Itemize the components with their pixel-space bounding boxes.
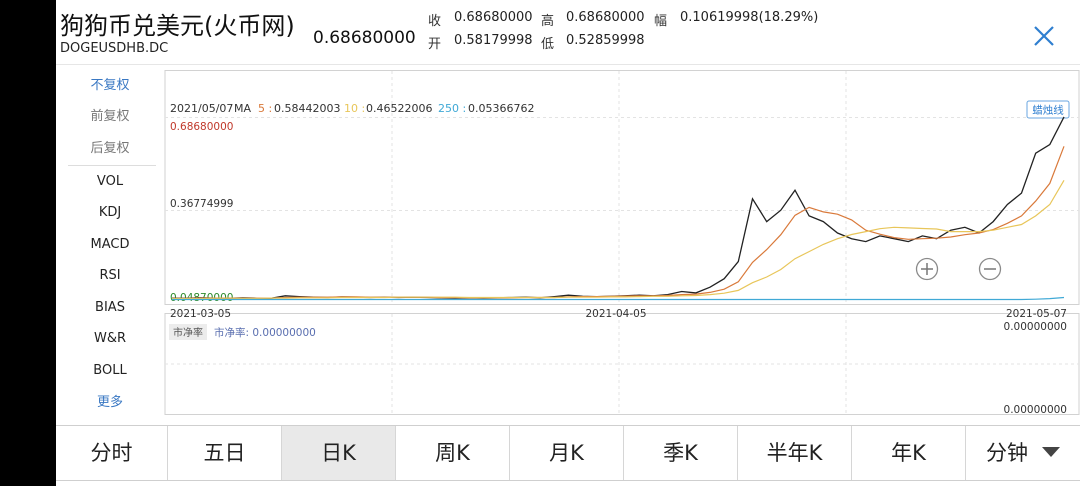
tab-quarterly-k[interactable]: 季K [624, 426, 738, 480]
high-label: 高 [541, 14, 555, 29]
sidebar-item-more[interactable]: 更多 [64, 392, 156, 414]
tab-halfyear-k[interactable]: 半年K [738, 426, 852, 480]
tab-monthly-k[interactable]: 月K [510, 426, 624, 480]
sidebar-item-backward-adjust[interactable]: 后复权 [64, 138, 156, 160]
tab-timeshare[interactable]: 分时 [56, 426, 168, 480]
sidebar-divider [68, 165, 156, 166]
low-value: 0.52859998 [566, 33, 645, 48]
sidebar-item-vol[interactable]: VOL [64, 171, 156, 193]
legend-date: 2021/05/07 [170, 102, 233, 115]
high-value: 0.68680000 [566, 10, 645, 25]
x-label-mid: 2021-04-05 [585, 308, 646, 320]
legend-ma10-label: 10 : [344, 102, 365, 115]
candle-toggle-label: 蜡烛线 [1032, 104, 1064, 117]
tab-weekly-k[interactable]: 周K [396, 426, 510, 480]
chart-area[interactable]: 2021/05/07 MA 5 : 0.58442003 10 : 0.4652… [164, 70, 1080, 416]
close-value: 0.68680000 [454, 10, 533, 25]
tab-minute[interactable]: 分钟 [966, 426, 1080, 480]
tab-minute-label: 分钟 [986, 441, 1028, 465]
close-button[interactable] [1030, 22, 1058, 50]
indicator-tab[interactable]: 市净率 [169, 324, 207, 340]
current-price: 0.68680000 [313, 28, 416, 48]
indicator-value-top: 0.00000000 [1004, 321, 1067, 333]
kline-chart[interactable]: 2021/05/07 MA 5 : 0.58442003 10 : 0.4652… [164, 70, 1080, 416]
change-label: 幅 [654, 14, 668, 29]
tab-daily-k[interactable]: 日K [282, 426, 396, 480]
open-label: 开 [428, 37, 442, 52]
sidebar-item-rsi[interactable]: RSI [64, 265, 156, 287]
sidebar-item-boll[interactable]: BOLL [64, 360, 156, 382]
sidebar-item-kdj[interactable]: KDJ [64, 202, 156, 224]
candle-toggle-button[interactable]: 蜡烛线 [1026, 100, 1070, 119]
x-label-end: 2021-05-07 [1006, 308, 1067, 320]
legend-ma10-value: 0.46522006 [366, 102, 432, 115]
app-window: 狗狗币兑美元(火币网) DOGEUSDHB.DC 0.68680000 收 0.… [56, 0, 1080, 486]
tab-five-day[interactable]: 五日 [168, 426, 282, 480]
legend-ma-label: MA [234, 102, 251, 115]
indicator-value-text: 市净率: 0.00000000 [214, 326, 316, 339]
symbol-code: DOGEUSDHB.DC [60, 41, 169, 56]
page-title: 狗狗币兑美元(火币网) [60, 12, 295, 40]
legend-ma5-value: 0.58442003 [274, 102, 340, 115]
sidebar-item-forward-adjust[interactable]: 前复权 [64, 106, 156, 128]
sidebar-item-wr[interactable]: W&R [64, 328, 156, 350]
period-tab-bar: 分时 五日 日K 周K 月K 季K 半年K 年K 分钟 [56, 425, 1080, 481]
header-divider [56, 64, 1080, 65]
change-value: 0.10619998(18.29%) [680, 10, 819, 25]
zoom-out-button[interactable] [978, 257, 1002, 281]
close-label: 收 [428, 14, 442, 29]
indicator-tab-label: 市净率 [173, 326, 203, 339]
low-label: 低 [541, 37, 555, 52]
chevron-down-icon [1042, 447, 1060, 457]
legend-ma250-value: 0.05366762 [468, 102, 534, 115]
tab-yearly-k[interactable]: 年K [852, 426, 966, 480]
zoom-in-button[interactable] [915, 257, 939, 281]
legend-ma250-label: 250 : [438, 102, 466, 115]
y-max-label: 0.68680000 [170, 121, 233, 133]
grid-lines [165, 71, 1079, 414]
open-value: 0.58179998 [454, 33, 533, 48]
sidebar-item-no-adjust[interactable]: 不复权 [64, 75, 156, 97]
x-label-start: 2021-03-05 [170, 308, 231, 320]
ma10-line [172, 179, 1065, 300]
close-icon [1034, 26, 1054, 46]
y-mid-label: 0.36774999 [170, 198, 233, 210]
sidebar-item-macd[interactable]: MACD [64, 234, 156, 256]
legend-ma5-label: 5 : [258, 102, 272, 115]
sidebar-item-bias[interactable]: BIAS [64, 297, 156, 319]
indicator-value-bottom: 0.00000000 [1004, 404, 1067, 415]
